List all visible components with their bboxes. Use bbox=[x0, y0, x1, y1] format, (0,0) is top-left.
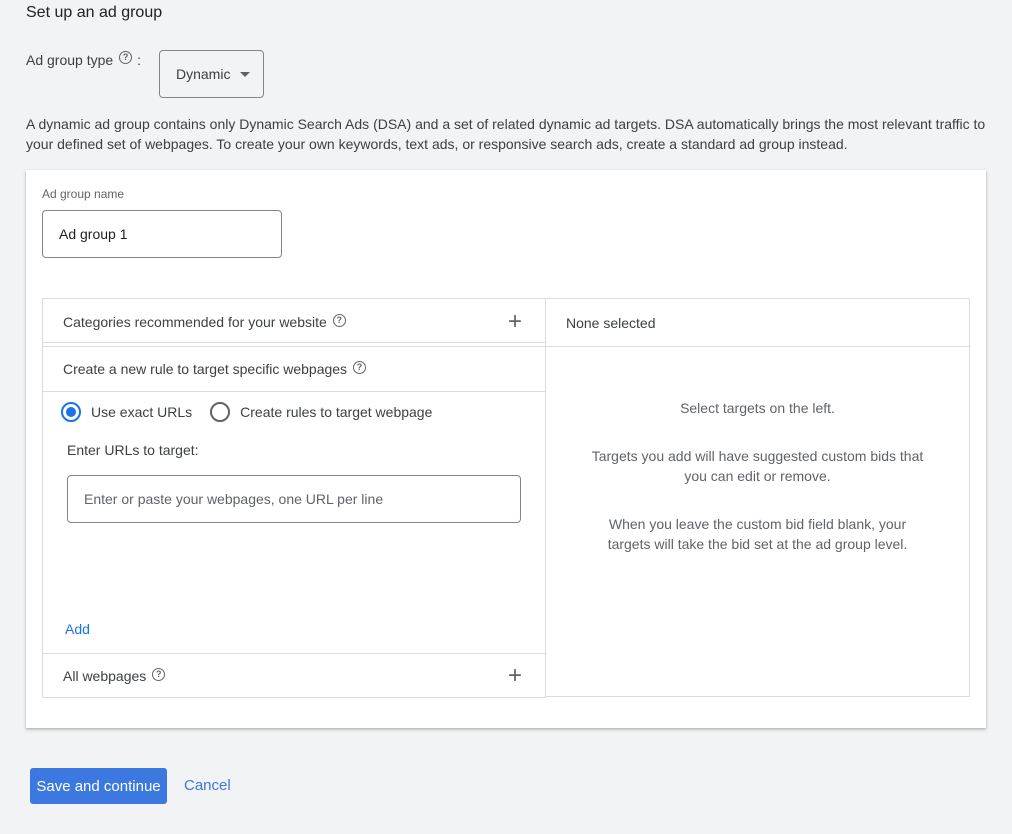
selected-targets-panel: None selected Select targets on the left… bbox=[545, 298, 970, 697]
select-targets-hint: Select targets on the left. bbox=[680, 400, 835, 416]
ad-group-type-label: Ad group type ? : bbox=[26, 50, 142, 68]
rule-row: Create a new rule to target specific web… bbox=[43, 347, 546, 391]
categories-label: Categories recommended for your website bbox=[63, 314, 327, 330]
caret-down-icon bbox=[240, 71, 251, 77]
help-icon[interactable]: ? bbox=[353, 360, 367, 374]
all-webpages-label: All webpages bbox=[63, 668, 147, 684]
ad-group-name-input[interactable] bbox=[42, 210, 282, 258]
url-label: Enter URLs to target: bbox=[67, 442, 199, 458]
ad-group-type-dropdown[interactable]: Dynamic bbox=[159, 50, 264, 98]
all-webpages-row[interactable]: All webpages ? + bbox=[43, 654, 546, 698]
ad-group-name-label: Ad group name bbox=[42, 187, 125, 201]
add-categories-plus-icon[interactable]: + bbox=[508, 310, 522, 334]
add-button[interactable]: Add bbox=[65, 621, 90, 637]
radio-group: Use exact URLs Create rules to target we… bbox=[43, 392, 546, 432]
help-icon[interactable]: ? bbox=[332, 313, 346, 327]
page-title: Set up an ad group bbox=[26, 4, 163, 21]
url-input[interactable] bbox=[67, 475, 521, 523]
selected-targets-header: None selected bbox=[546, 299, 969, 347]
divider bbox=[43, 342, 546, 343]
radio-use-exact-urls[interactable] bbox=[61, 402, 81, 422]
cancel-button[interactable]: Cancel bbox=[184, 777, 231, 794]
radio-label-create-rules[interactable]: Create rules to target webpage bbox=[240, 404, 432, 420]
rule-label: Create a new rule to target specific web… bbox=[63, 361, 348, 377]
suggested-bids-hint: Targets you add will have suggested cust… bbox=[591, 448, 924, 484]
custom-bid-hint: When you leave the custom bid field blan… bbox=[607, 516, 908, 552]
save-and-continue-button[interactable]: Save and continue bbox=[30, 768, 167, 804]
ad-group-card: Ad group name Categories recommended for… bbox=[26, 170, 986, 728]
ad-group-description: A dynamic ad group contains only Dynamic… bbox=[26, 116, 986, 152]
radio-label-use-exact-urls[interactable]: Use exact URLs bbox=[91, 404, 192, 420]
colon: : bbox=[137, 52, 142, 68]
help-icon[interactable]: ? bbox=[119, 50, 133, 64]
help-icon[interactable]: ? bbox=[152, 667, 166, 681]
ad-group-type-text: Ad group type bbox=[26, 52, 114, 68]
add-all-webpages-plus-icon[interactable]: + bbox=[508, 664, 522, 688]
categories-row[interactable]: Categories recommended for your website … bbox=[43, 299, 546, 345]
radio-create-rules[interactable] bbox=[210, 402, 231, 422]
ad-group-type-value: Dynamic bbox=[176, 66, 231, 82]
targets-left-panel: Categories recommended for your website … bbox=[42, 298, 546, 698]
